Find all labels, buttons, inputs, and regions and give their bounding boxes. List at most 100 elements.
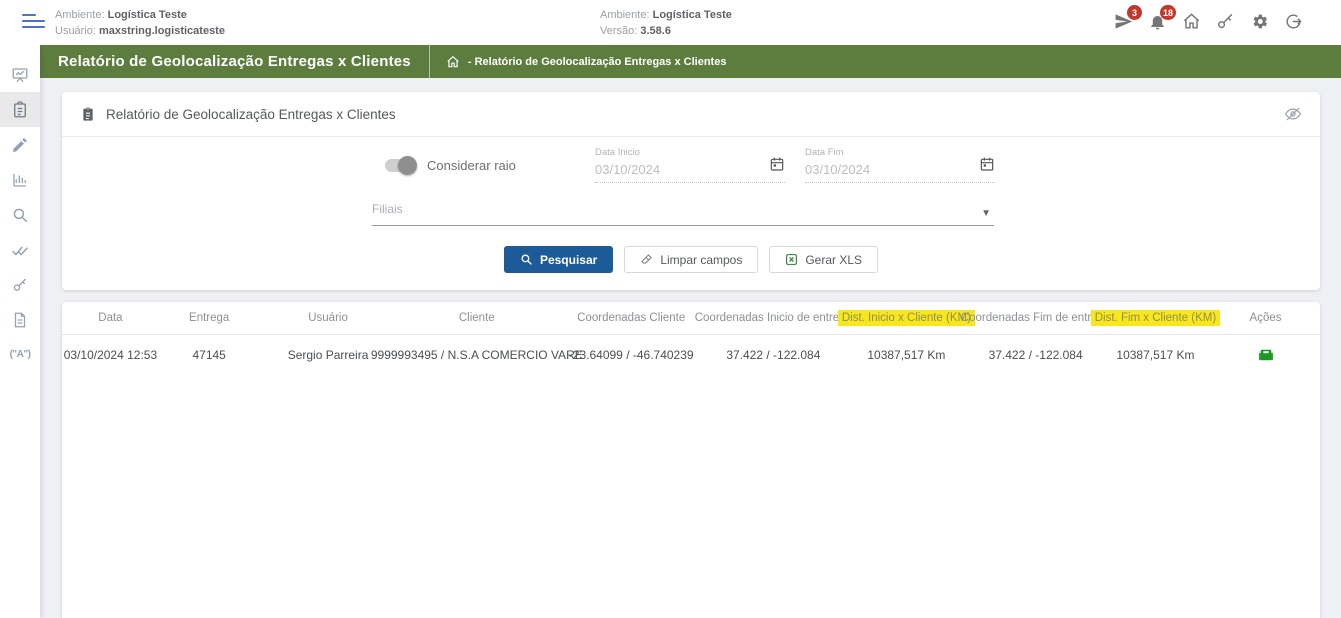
send-badge: 3 [1127, 5, 1142, 20]
filter-buttons-row: Pesquisar Limpar campos Gerar XLS [62, 246, 1320, 273]
page-title: Relatório de Geolocalização Entregas x C… [40, 53, 429, 70]
env2-label: Ambiente: [600, 9, 650, 21]
sidebar-item-search[interactable] [0, 197, 40, 232]
search-icon [11, 206, 29, 224]
col-header-data: Data [62, 312, 159, 324]
sidebar-item-approvals[interactable] [0, 232, 40, 267]
bar-chart-icon [11, 171, 29, 189]
cell-dist-fim: 10387,517 Km [1100, 348, 1211, 362]
bell-notifications-icon[interactable]: 18 [1148, 12, 1167, 31]
search-button[interactable]: Pesquisar [504, 246, 613, 273]
generate-xls-label: Gerar XLS [805, 253, 862, 267]
filiais-select[interactable]: Filiais ▼ [372, 198, 994, 226]
cell-cliente: 9999993495 / N.S.A COMERCIO VARE [397, 348, 557, 362]
date-start-value[interactable]: 03/10/2024 [595, 162, 785, 183]
filiais-label: Filiais [372, 198, 994, 216]
sidebar-item-documents[interactable] [0, 302, 40, 337]
home-icon[interactable] [1182, 12, 1201, 31]
tilted-key-icon [11, 276, 29, 294]
consider-radius-toggle-row: Considerar raio [385, 158, 516, 173]
clipboard-icon [80, 106, 96, 122]
sidebar-item-edit[interactable] [0, 127, 40, 162]
breadcrumb-text: - Relatório de Geolocalização Entregas x… [468, 56, 727, 68]
eraser-icon [640, 253, 653, 266]
env2-value: Logística Teste [653, 9, 732, 21]
key-icon[interactable] [1216, 12, 1235, 31]
col-header-entrega: Entrega [159, 312, 260, 324]
col-header-dist-fim: Dist. Fim x Cliente (KM) [1100, 310, 1211, 326]
col-header-acoes: Ações [1211, 312, 1320, 324]
results-table-card: Data Entrega Usuário Cliente Coordenadas… [62, 302, 1320, 618]
app-window: Ambiente: Logística Teste Usuário: maxst… [0, 0, 1341, 618]
pencil-icon [11, 136, 29, 154]
breadcrumb-home-icon[interactable] [446, 55, 460, 69]
cell-dist-inicio: 10387,517 Km [841, 348, 971, 362]
sidebar-item-reports[interactable] [0, 92, 40, 127]
filter-card: Relatório de Geolocalização Entregas x C… [62, 92, 1320, 290]
date-end-value[interactable]: 03/10/2024 [805, 162, 995, 183]
document-icon [11, 311, 29, 329]
logout-icon[interactable] [1284, 12, 1303, 31]
col-header-cliente: Cliente [397, 312, 557, 324]
search-icon [520, 253, 533, 266]
col-header-usuario: Usuário [259, 312, 396, 324]
date-start-field[interactable]: Data Inicio 03/10/2024 [595, 147, 785, 183]
settings-gear-icon[interactable] [1250, 12, 1269, 31]
col-header-coordenadas-fim: Coordenadas Fim de entrega [971, 312, 1099, 324]
sidebar-item-analytics[interactable] [0, 162, 40, 197]
calendar-icon[interactable] [979, 156, 995, 172]
sidebar-item-access[interactable] [0, 267, 40, 302]
double-check-icon [11, 241, 29, 259]
environment-user-info: Ambiente: Logística Teste Usuário: maxst… [55, 7, 225, 39]
bell-badge: 18 [1160, 5, 1176, 20]
cell-coordenadas-cliente: -23.64099 / -46.740239 [557, 348, 705, 362]
env-label: Ambiente: [55, 9, 105, 21]
language-icon: ("A") [10, 349, 31, 360]
date-start-label: Data Inicio [595, 147, 785, 158]
cell-coordenadas-inicio: 37.422 / -122.084 [705, 348, 841, 362]
version-value: 3.58.6 [640, 25, 671, 37]
highlighted-header: Dist. Inicio x Cliente (KM) [838, 310, 975, 326]
presentation-chart-icon [11, 66, 29, 84]
top-icon-row: 3 18 [1114, 12, 1303, 31]
clipboard-list-icon [11, 101, 29, 119]
consider-radius-toggle[interactable] [385, 159, 415, 172]
consider-radius-label: Considerar raio [427, 158, 516, 173]
clear-fields-label: Limpar campos [660, 253, 742, 267]
excel-file-icon [785, 253, 798, 266]
truck-icon[interactable] [1257, 346, 1275, 364]
hamburger-menu-icon[interactable] [22, 14, 48, 32]
cell-coordenadas-fim: 37.422 / -122.084 [971, 348, 1099, 362]
top-bar: Ambiente: Logística Teste Usuário: maxst… [0, 0, 1341, 45]
search-button-label: Pesquisar [540, 253, 597, 267]
user-value: maxstring.logisticateste [99, 25, 225, 37]
hide-filters-icon[interactable] [1284, 105, 1302, 123]
sidebar-item-language[interactable]: ("A") [0, 337, 40, 372]
environment-version-info: Ambiente: Logística Teste Versão: 3.58.6 [600, 7, 732, 39]
col-header-dist-inicio: Dist. Inicio x Cliente (KM) [841, 310, 971, 326]
col-header-coordenadas-inicio: Coordenadas Inicio de entrega [705, 312, 841, 324]
env-value: Logística Teste [108, 9, 187, 21]
chevron-down-icon: ▼ [981, 208, 991, 219]
col-header-coordenadas-cliente: Coordenadas Cliente [557, 312, 705, 324]
highlighted-header: Dist. Fim x Cliente (KM) [1091, 310, 1220, 326]
main-content: Relatório de Geolocalização Entregas x C… [40, 78, 1341, 618]
clear-fields-button[interactable]: Limpar campos [624, 246, 758, 273]
filter-card-title: Relatório de Geolocalização Entregas x C… [106, 107, 396, 122]
date-end-field[interactable]: Data Fim 03/10/2024 [805, 147, 995, 183]
calendar-icon[interactable] [769, 156, 785, 172]
generate-xls-button[interactable]: Gerar XLS [769, 246, 878, 273]
table-header-row: Data Entrega Usuário Cliente Coordenadas… [62, 302, 1320, 335]
date-end-label: Data Fim [805, 147, 995, 158]
send-notifications-icon[interactable]: 3 [1114, 12, 1133, 31]
table-row[interactable]: 03/10/2024 12:53 47145 Sergio Parreira 9… [62, 335, 1320, 375]
version-label: Versão: [600, 25, 637, 37]
cell-acoes [1211, 346, 1320, 364]
page-header-bar: Relatório de Geolocalização Entregas x C… [40, 45, 1341, 78]
sidebar-item-dashboard[interactable] [0, 57, 40, 92]
cell-entrega: 47145 [159, 348, 260, 362]
sidebar: ("A") [0, 45, 40, 618]
breadcrumb: - Relatório de Geolocalização Entregas x… [430, 55, 727, 69]
user-label: Usuário: [55, 25, 96, 37]
filter-card-header: Relatório de Geolocalização Entregas x C… [62, 92, 1320, 137]
